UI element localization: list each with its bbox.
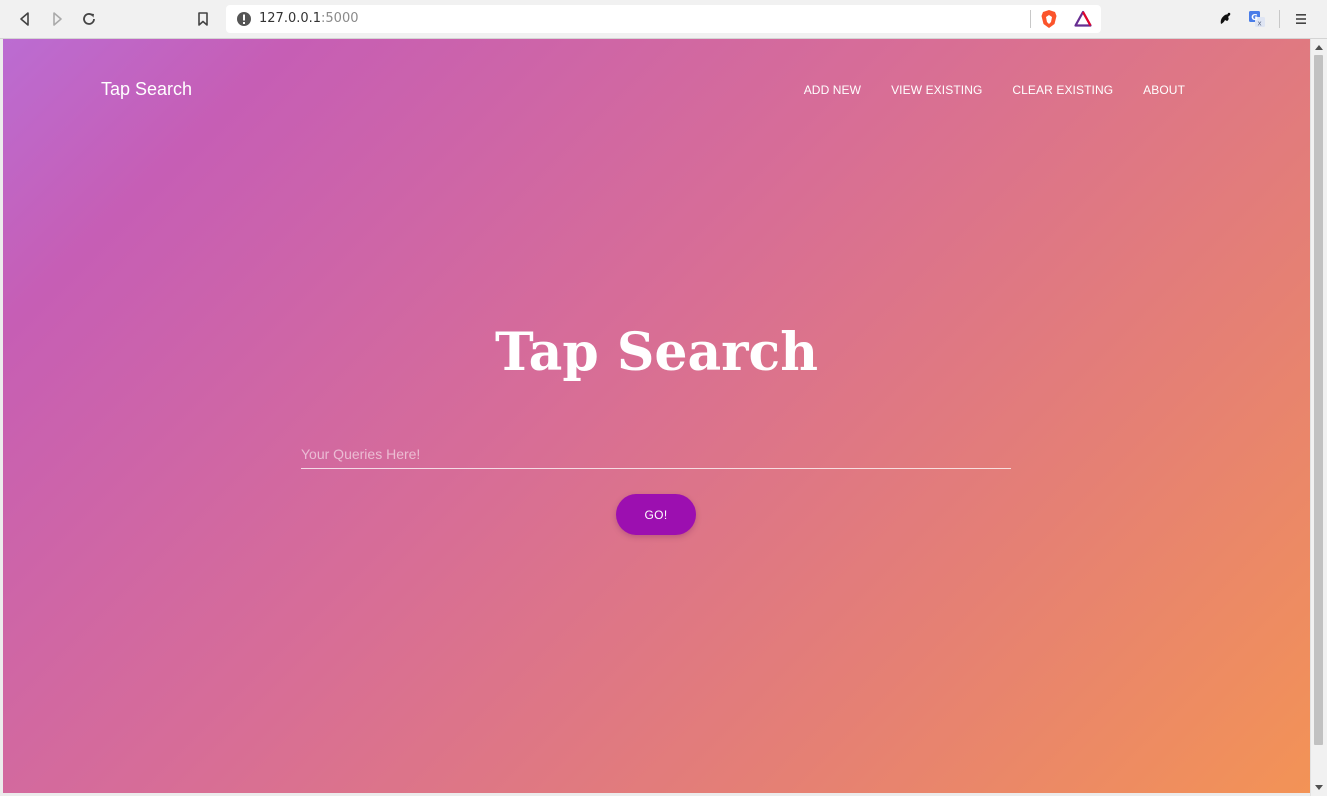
- back-icon[interactable]: [12, 6, 38, 32]
- toolbar-divider: [1279, 10, 1280, 28]
- search-input[interactable]: [301, 439, 1011, 469]
- omnibox-divider: [1030, 10, 1031, 28]
- url-host: 127.0.0.1: [259, 11, 322, 26]
- address-bar[interactable]: 127.0.0.1:5000: [226, 5, 1101, 33]
- forward-icon[interactable]: [44, 6, 70, 32]
- nav-about[interactable]: ABOUT: [1128, 83, 1200, 97]
- go-button[interactable]: GO!: [616, 494, 696, 535]
- scrollbar-thumb[interactable]: [1314, 55, 1323, 745]
- extension-icon[interactable]: [1212, 6, 1238, 32]
- reload-icon[interactable]: [76, 6, 102, 32]
- translate-icon[interactable]: Gx: [1244, 6, 1270, 32]
- page-scrollbar[interactable]: [1310, 39, 1327, 796]
- bookmark-icon[interactable]: [190, 6, 216, 32]
- scroll-up-icon[interactable]: [1311, 39, 1327, 55]
- brand-logo[interactable]: Tap Search: [101, 78, 192, 100]
- main-nav: ADD NEW VIEW EXISTING CLEAR EXISTING ABO…: [789, 83, 1200, 97]
- brave-rewards-icon[interactable]: [1074, 10, 1092, 28]
- scroll-down-icon[interactable]: [1311, 780, 1327, 796]
- info-icon[interactable]: [236, 11, 252, 27]
- browser-toolbar: 127.0.0.1:5000 Gx: [0, 0, 1327, 39]
- brave-shields-icon[interactable]: [1040, 9, 1058, 29]
- hero-title: Tap Search: [494, 322, 819, 383]
- url-text[interactable]: 127.0.0.1:5000: [259, 11, 359, 27]
- svg-text:x: x: [1258, 20, 1262, 28]
- url-port: :5000: [321, 11, 359, 26]
- nav-view-existing[interactable]: VIEW EXISTING: [876, 83, 997, 97]
- page-viewport: Tap Search ADD NEW VIEW EXISTING CLEAR E…: [3, 39, 1310, 793]
- nav-clear-existing[interactable]: CLEAR EXISTING: [997, 83, 1128, 97]
- nav-add-new[interactable]: ADD NEW: [789, 83, 876, 97]
- menu-icon[interactable]: [1288, 6, 1314, 32]
